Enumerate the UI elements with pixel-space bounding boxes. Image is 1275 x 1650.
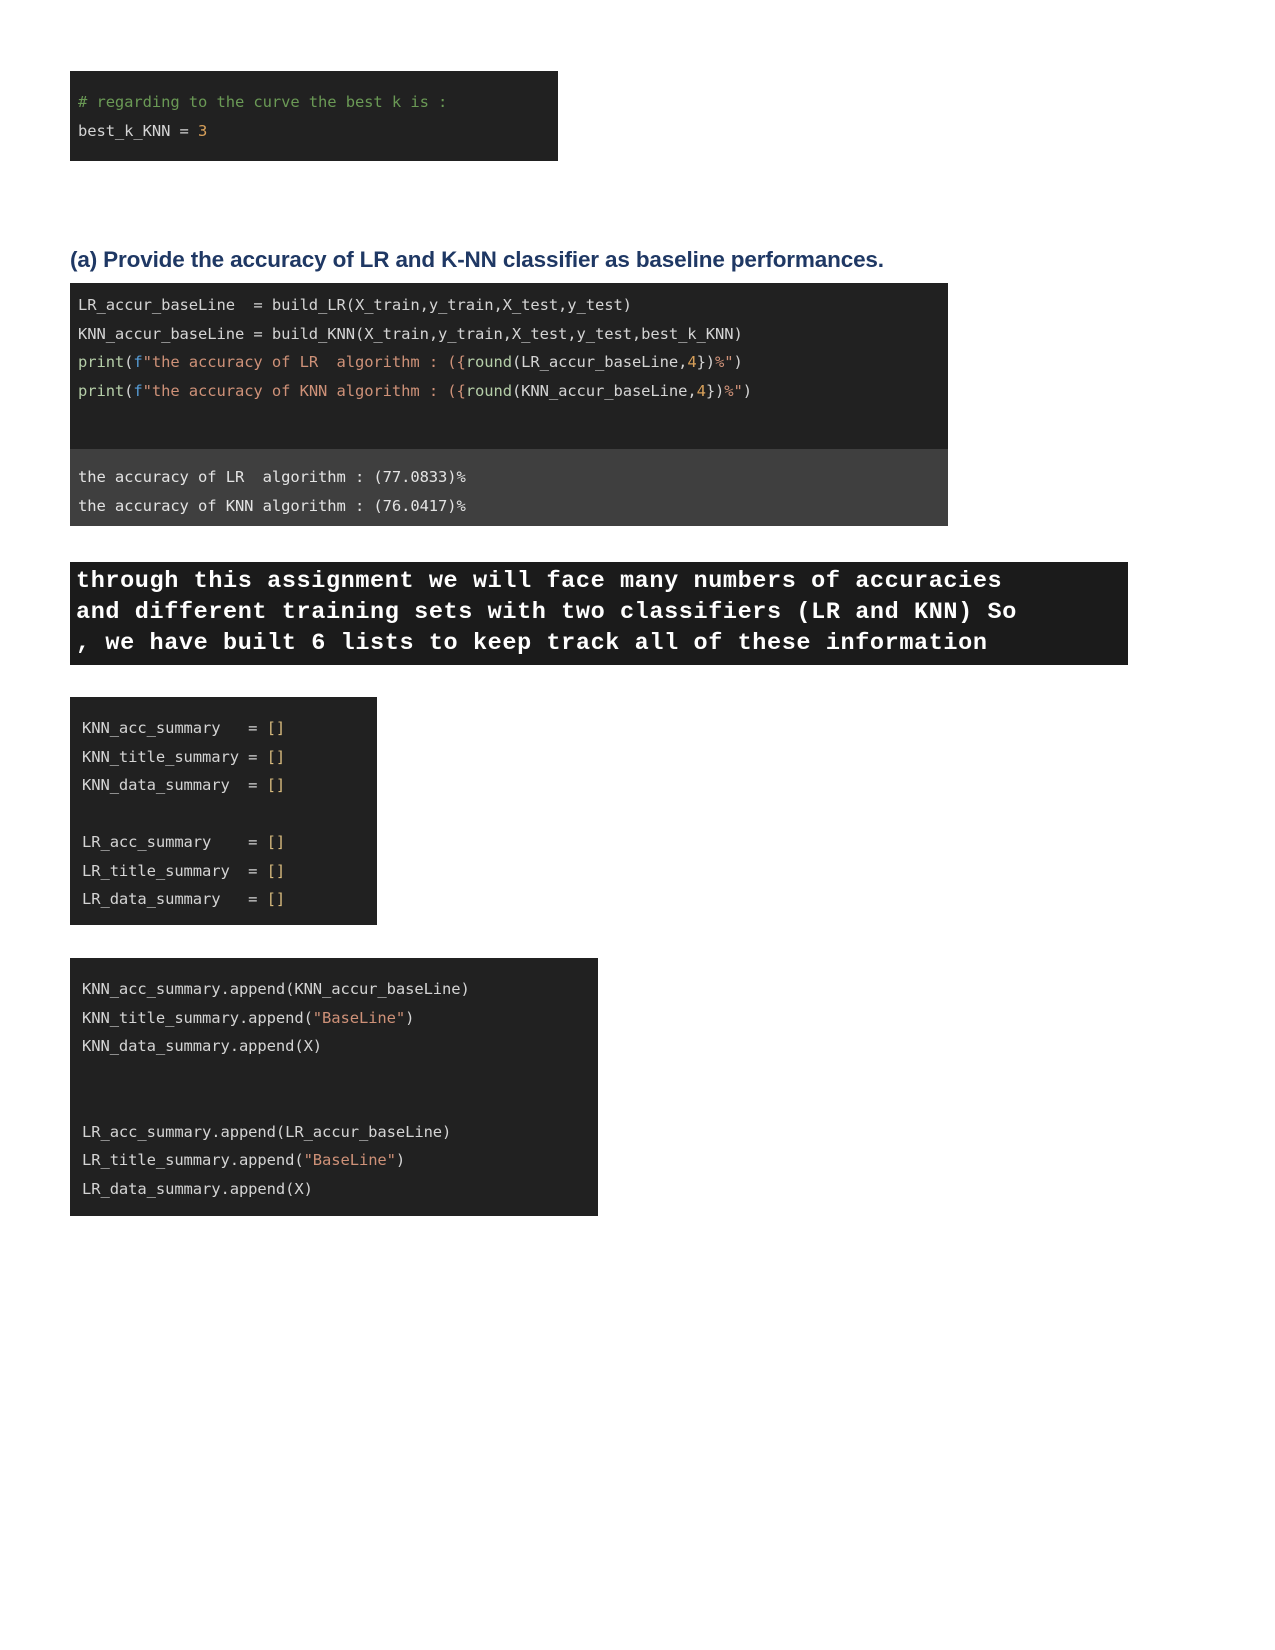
lr-title-summary-var: LR_title_summary = <box>82 861 267 880</box>
round-keyword: round <box>465 353 512 371</box>
prose-banner: through this assignment we will face man… <box>70 562 1128 665</box>
prose-line-2: and different training sets with two cla… <box>76 599 1017 626</box>
code-line-knn-acc-summary: KNN_acc_summary = [] <box>82 714 377 743</box>
empty-list-literal: [] <box>266 719 286 737</box>
build-knn-call: build_KNN(X_train,y_train,X_test,y_test,… <box>271 324 743 343</box>
code-line-knn-title-summary: KNN_title_summary = [] <box>82 743 377 772</box>
lr-format-string: "the accuracy of LR algorithm : ({ <box>142 353 466 371</box>
code-line-print-lr: print(f"the accuracy of LR algorithm : (… <box>78 348 948 377</box>
code-line-lr-assign: LR_accur_baseLine = build_LR(X_train,y_t… <box>78 291 948 320</box>
lr-data-summary-var: LR_data_summary = <box>82 890 267 908</box>
lr-baseline-string: "BaseLine" <box>303 1151 396 1169</box>
paren-close: ) <box>405 1008 415 1027</box>
knn-round-args: (KNN_accur_baseLine, <box>511 381 697 400</box>
paren-close: ) <box>742 381 752 400</box>
code-cell-best-k[interactable]: # regarding to the curve the best k is :… <box>70 71 558 161</box>
empty-list-literal: [] <box>266 861 286 880</box>
assign-operator: = <box>170 121 199 140</box>
prose-line-3: , we have built 6 lists to keep track al… <box>76 630 988 657</box>
knn-accur-var: KNN_accur_baseLine = <box>78 324 272 343</box>
code-line-lr-title-summary: LR_title_summary = [] <box>82 857 377 886</box>
knn-data-summary-var: KNN_data_summary = <box>82 776 267 794</box>
knn-percent-literal: %" <box>724 381 743 400</box>
lr-fstring-tail: }) <box>696 353 716 371</box>
code-cell-summary-lists[interactable]: KNN_acc_summary = [] KNN_title_summary =… <box>70 697 377 925</box>
round-digits: 4 <box>687 353 697 371</box>
comment-text: # regarding to the curve the best k is : <box>78 93 448 111</box>
code-line-lr-title-append: LR_title_summary.append("BaseLine") <box>82 1146 598 1175</box>
lr-round-args: (LR_accur_baseLine, <box>511 353 688 371</box>
code-line-knn-acc-append: KNN_acc_summary.append(KNN_accur_baseLin… <box>82 980 470 998</box>
code-output-area: the accuracy of LR algorithm : (77.0833)… <box>70 449 948 526</box>
fstring-prefix: f <box>133 353 143 371</box>
knn-fstring-tail: }) <box>705 381 725 400</box>
variable-best-k-knn: best_k_KNN <box>78 121 171 140</box>
code-line-print-knn: print(f"the accuracy of KNN algorithm : … <box>78 377 948 406</box>
code-cell-baseline[interactable]: LR_accur_baseLine = build_LR(X_train,y_t… <box>70 283 948 526</box>
code-line-comment: # regarding to the curve the best k is : <box>78 88 558 117</box>
code-line-lr-data-append: LR_data_summary.append(X) <box>82 1179 313 1198</box>
round-digits: 4 <box>696 381 706 400</box>
code-line-assign: best_k_KNN = 3 <box>78 117 558 146</box>
print-keyword: print <box>78 353 125 371</box>
empty-list-literal: [] <box>266 747 286 766</box>
lr-acc-summary-var: LR_acc_summary = <box>82 833 267 851</box>
document-page: # regarding to the curve the best k is :… <box>0 0 1275 1650</box>
empty-list-literal: [] <box>266 776 286 794</box>
lr-title-append-call: LR_title_summary.append( <box>82 1151 304 1169</box>
paren-close: ) <box>395 1151 406 1169</box>
prose-line-1: through this assignment we will face man… <box>76 568 1003 595</box>
page-heading-a: (a) Provide the accuracy of LR and K-NN … <box>70 247 884 272</box>
knn-baseline-string: "BaseLine" <box>312 1008 406 1027</box>
code-line-knn-data-summary: KNN_data_summary = [] <box>82 771 377 800</box>
code-line-lr-data-summary: LR_data_summary = [] <box>82 885 377 914</box>
code-line-lr-acc-append: LR_acc_summary.append(LR_accur_baseLine) <box>82 1122 452 1141</box>
best-k-value: 3 <box>198 121 208 140</box>
build-lr-call: build_LR(X_train,y_train,X_test,y_test) <box>271 296 632 314</box>
code-source-area[interactable]: LR_accur_baseLine = build_LR(X_train,y_t… <box>70 283 948 449</box>
knn-title-summary-var: KNN_title_summary = <box>82 747 267 766</box>
output-line-knn-accuracy: the accuracy of KNN algorithm : (76.0417… <box>78 496 466 515</box>
knn-format-string: "the accuracy of KNN algorithm : ({ <box>142 381 466 400</box>
code-cell-append-baseline[interactable]: KNN_acc_summary.append(KNN_accur_baseLin… <box>70 958 598 1216</box>
code-line-knn-assign: KNN_accur_baseLine = build_KNN(X_train,y… <box>78 320 948 349</box>
output-line-lr-accuracy: the accuracy of LR algorithm : (77.0833)… <box>78 468 466 486</box>
print-keyword: print <box>78 381 125 400</box>
knn-acc-summary-var: KNN_acc_summary = <box>82 719 267 737</box>
round-keyword: round <box>465 381 512 400</box>
empty-list-literal: [] <box>266 890 286 908</box>
code-line-knn-data-append: KNN_data_summary.append(X) <box>82 1037 323 1055</box>
knn-title-append-call: KNN_title_summary.append( <box>82 1008 313 1027</box>
fstring-prefix: f <box>133 381 143 400</box>
code-line-lr-acc-summary: LR_acc_summary = [] <box>82 828 377 857</box>
code-line-knn-title-append: KNN_title_summary.append("BaseLine") <box>82 1004 598 1033</box>
paren-close: ) <box>733 353 743 371</box>
lr-accur-var: LR_accur_baseLine = <box>78 296 272 314</box>
lr-percent-literal: %" <box>715 353 734 371</box>
empty-list-literal: [] <box>266 833 286 851</box>
